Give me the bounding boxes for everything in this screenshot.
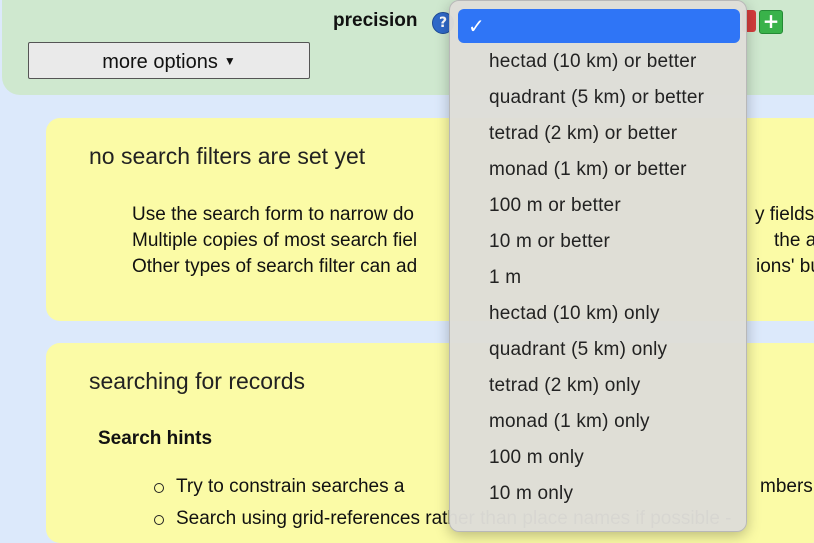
info-line: Multiple copies of most search fiel [132, 230, 418, 251]
hint-bullet: Try to constrain searches a [153, 476, 405, 497]
dropdown-option[interactable]: 10 m only [460, 477, 740, 511]
precision-label: precision [333, 10, 418, 31]
info-line: Other types of search filter can ad [132, 256, 418, 277]
info-line: Use the search form to narrow do [132, 204, 414, 225]
dropdown-option[interactable]: tetrad (2 km) or better [460, 117, 740, 151]
search-hints-heading: Search hints [98, 428, 213, 449]
info-line-fragment: ions' bu [756, 256, 814, 277]
dropdown-option[interactable]: 10 m or better [460, 225, 740, 259]
dropdown-option[interactable]: tetrad (2 km) only [460, 369, 740, 403]
add-icon[interactable]: + [759, 10, 783, 34]
dropdown-option-selected[interactable]: ✓ [458, 9, 740, 43]
info-line-fragment: y fields [755, 204, 814, 225]
more-options-label: more options [102, 51, 218, 73]
more-options-button[interactable]: more options ▼ [28, 42, 310, 79]
precision-dropdown-menu[interactable]: ✓ hectad (10 km) or better quadrant (5 k… [449, 0, 747, 532]
dropdown-option[interactable]: 100 m only [460, 441, 740, 475]
records-box-title: searching for records [89, 368, 306, 394]
dropdown-option[interactable]: monad (1 km) only [460, 405, 740, 439]
dropdown-option[interactable]: 1 m [460, 261, 740, 295]
checkmark-icon: ✓ [468, 14, 485, 38]
dropdown-option[interactable]: quadrant (5 km) only [460, 333, 740, 367]
dropdown-option[interactable]: 100 m or better [460, 189, 740, 223]
caret-down-icon: ▼ [223, 54, 236, 68]
dropdown-option[interactable]: quadrant (5 km) or better [460, 81, 740, 115]
dropdown-option[interactable]: monad (1 km) or better [460, 153, 740, 187]
hint-fragment: mbers c [760, 476, 814, 497]
filters-box-title: no search filters are set yet [89, 143, 366, 169]
info-line-fragment: the adja [774, 230, 814, 251]
dropdown-option[interactable]: hectad (10 km) or better [460, 45, 740, 79]
dropdown-option[interactable]: hectad (10 km) only [460, 297, 740, 331]
